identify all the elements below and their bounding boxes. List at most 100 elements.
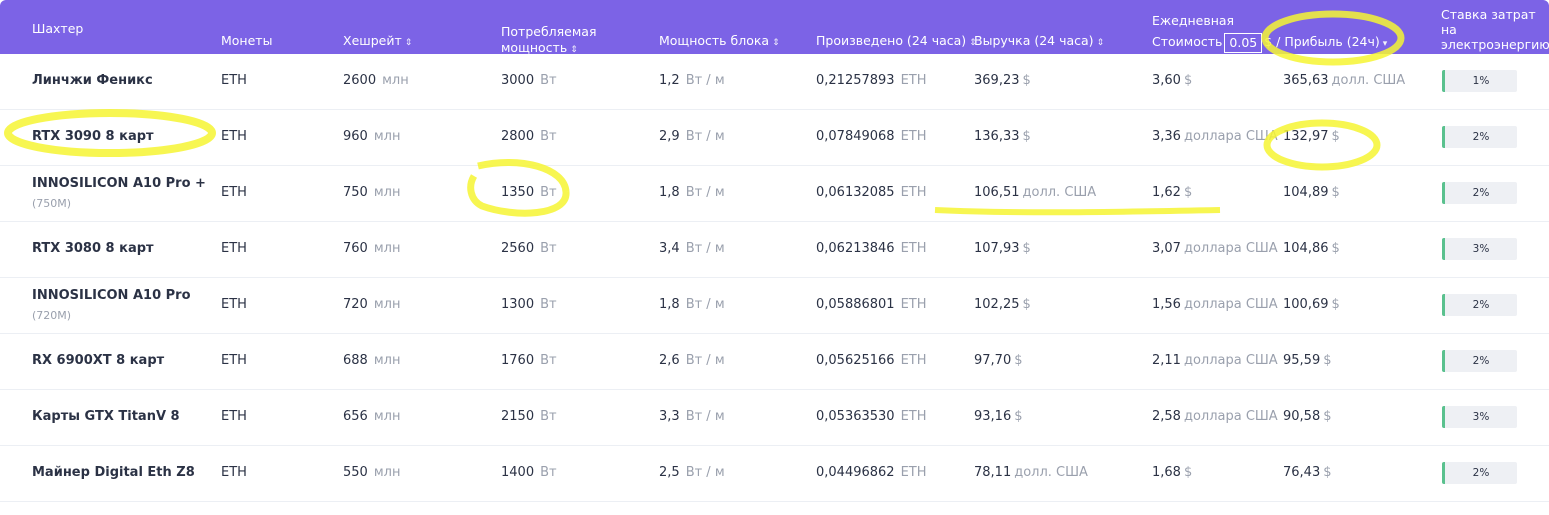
miner-name[interactable]: RTX 3080 8 карт — [32, 241, 154, 256]
col-miner[interactable]: Шахтер — [32, 21, 83, 37]
efficiency: 3,4 Вт / м — [659, 241, 725, 256]
coin: ETH — [221, 73, 247, 88]
power: 2800 Вт — [501, 129, 557, 144]
efficiency: 2,5 Вт / м — [659, 465, 725, 480]
hashrate: 960 млн — [343, 129, 401, 144]
profit: 76,43 $ — [1283, 465, 1332, 480]
electricity-rate-badge: 2% — [1442, 294, 1517, 316]
miner-name[interactable]: RX 6900XT 8 карт — [32, 353, 164, 368]
miner-name[interactable]: INNOSILICON A10 Pro (720M) — [32, 288, 191, 322]
electricity-rate-badge: 2% — [1442, 182, 1517, 204]
daily-cost: 1,68 $ — [1152, 465, 1193, 480]
profit: 95,59 $ — [1283, 353, 1332, 368]
produced: 0,21257893 ETH — [816, 73, 927, 88]
sort-down-icon[interactable]: ▾ — [1383, 39, 1388, 49]
efficiency: 2,6 Вт / м — [659, 353, 725, 368]
coin: ETH — [221, 465, 247, 480]
hashrate: 750 млн — [343, 185, 401, 200]
produced: 0,04496862 ETH — [816, 465, 927, 480]
table-row[interactable]: Линчжи Феникс ETH 2600 млн 3000 Вт 1,2 Вт / м 0,… — [0, 54, 1549, 110]
profit: 104,89 $ — [1283, 185, 1340, 200]
hashrate: 656 млн — [343, 409, 401, 424]
revenue: 93,16 $ — [974, 409, 1023, 424]
power: 1760 Вт — [501, 353, 557, 368]
table-row[interactable]: RTX 3090 8 карт ETH 960 млн 2800 Вт 2,9 Вт / м 0… — [0, 110, 1549, 166]
revenue: 369,23 $ — [974, 73, 1031, 88]
profit: 365,63 долл. США — [1283, 73, 1406, 88]
table-row[interactable]: RTX 3080 8 карт ETH 760 млн 2560 Вт 3,4 Вт / м 0… — [0, 222, 1549, 278]
electricity-cost-input[interactable]: 0.05 — [1224, 32, 1263, 53]
coin: ETH — [221, 129, 247, 144]
miner-name[interactable]: RTX 3090 8 карт — [32, 129, 154, 144]
efficiency: 1,8 Вт / м — [659, 297, 725, 312]
hashrate: 688 млн — [343, 353, 401, 368]
miner-profitability-table: Шахтер Монеты Хешрейт ⇕ Потребляемая мощно… — [0, 0, 1549, 515]
daily-cost: 3,07 доллара США — [1152, 241, 1278, 256]
sort-icon[interactable]: ⇕ — [772, 38, 780, 48]
table-row[interactable]: INNOSILICON A10 Pro + (750M) ETH 750 млн 1350… — [0, 166, 1549, 222]
power: 1400 Вт — [501, 465, 557, 480]
produced: 0,05625166 ETH — [816, 353, 927, 368]
revenue: 102,25 $ — [974, 297, 1031, 312]
col-produced[interactable]: Произведено (24 часа) ⇕ — [816, 33, 977, 51]
col-coins[interactable]: Монеты — [221, 33, 272, 49]
col-efficiency[interactable]: Мощность блока ⇕ — [659, 33, 780, 51]
hashrate: 720 млн — [343, 297, 401, 312]
electricity-rate-badge: 3% — [1442, 238, 1517, 260]
produced: 0,06213846 ETH — [816, 241, 927, 256]
miner-name[interactable]: INNOSILICON A10 Pro + (750M) — [32, 176, 206, 210]
hashrate: 760 млн — [343, 241, 401, 256]
electricity-rate-badge: 1% — [1442, 70, 1517, 92]
daily-cost: 3,60 $ — [1152, 73, 1193, 88]
col-cost-profit[interactable]: Ежедневная Стоимость 0.05 $ / Прибыль (24ч… — [1152, 13, 1387, 55]
power: 2150 Вт — [501, 409, 557, 424]
table-row[interactable]: Майнер Digital Eth Z8 ETH 550 млн 1400 Вт 2,5 В… — [0, 446, 1549, 502]
efficiency: 1,8 Вт / м — [659, 185, 725, 200]
daily-cost: 1,56 доллара США — [1152, 297, 1278, 312]
table-row[interactable]: RX 6900XT 8 карт ETH 688 млн 1760 Вт 2,6 Вт / м… — [0, 334, 1549, 390]
col-revenue[interactable]: Выручка (24 часа) ⇕ — [974, 33, 1104, 51]
sort-icon[interactable]: ⇕ — [405, 38, 413, 48]
hashrate: 2600 млн — [343, 73, 409, 88]
daily-cost: 3,36 доллара США — [1152, 129, 1278, 144]
produced: 0,05363530 ETH — [816, 409, 927, 424]
efficiency: 2,9 Вт / м — [659, 129, 725, 144]
coin: ETH — [221, 409, 247, 424]
produced: 0,07849068 ETH — [816, 129, 927, 144]
produced: 0,06132085 ETH — [816, 185, 927, 200]
daily-cost: 2,58 доллара США — [1152, 409, 1278, 424]
miner-name[interactable]: Линчжи Феникс — [32, 73, 153, 88]
miner-name[interactable]: Карты GTX TitanV 8 — [32, 409, 180, 424]
profit: 104,86 $ — [1283, 241, 1340, 256]
profit: 90,58 $ — [1283, 409, 1332, 424]
revenue: 97,70 $ — [974, 353, 1023, 368]
coin: ETH — [221, 353, 247, 368]
hashrate: 550 млн — [343, 465, 401, 480]
miner-subtitle: (720M) — [32, 309, 72, 322]
table-header: Шахтер Монеты Хешрейт ⇕ Потребляемая мощно… — [0, 0, 1549, 55]
power: 1300 Вт — [501, 297, 557, 312]
table-row[interactable]: INNOSILICON A10 Pro (720M) ETH 720 млн 1300 Вт… — [0, 278, 1549, 334]
electricity-rate-badge: 3% — [1442, 406, 1517, 428]
electricity-rate-badge: 2% — [1442, 126, 1517, 148]
table-row[interactable]: Карты GTX TitanV 8 ETH 656 млн 2150 Вт 3,3 Вт /… — [0, 390, 1549, 446]
revenue: 107,93 $ — [974, 241, 1031, 256]
electricity-rate-badge: 2% — [1442, 350, 1517, 372]
col-hashrate[interactable]: Хешрейт ⇕ — [343, 33, 412, 51]
coin: ETH — [221, 241, 247, 256]
efficiency: 1,2 Вт / м — [659, 73, 725, 88]
miner-subtitle: (750M) — [32, 197, 72, 210]
miner-name[interactable]: Майнер Digital Eth Z8 — [32, 465, 195, 480]
coin: ETH — [221, 297, 247, 312]
col-power[interactable]: Потребляемая мощность ⇕ — [501, 24, 596, 58]
revenue: 136,33 $ — [974, 129, 1031, 144]
efficiency: 3,3 Вт / м — [659, 409, 725, 424]
col-electricity-rate[interactable]: Ставка затрат на электроэнергию — [1441, 7, 1549, 52]
revenue: 78,11 долл. США — [974, 465, 1088, 480]
coin: ETH — [221, 185, 247, 200]
profit: 100,69 $ — [1283, 297, 1340, 312]
power: 2560 Вт — [501, 241, 557, 256]
sort-icon[interactable]: ⇕ — [1097, 38, 1105, 48]
produced: 0,05886801 ETH — [816, 297, 927, 312]
profit: 132,97 $ — [1283, 129, 1340, 144]
